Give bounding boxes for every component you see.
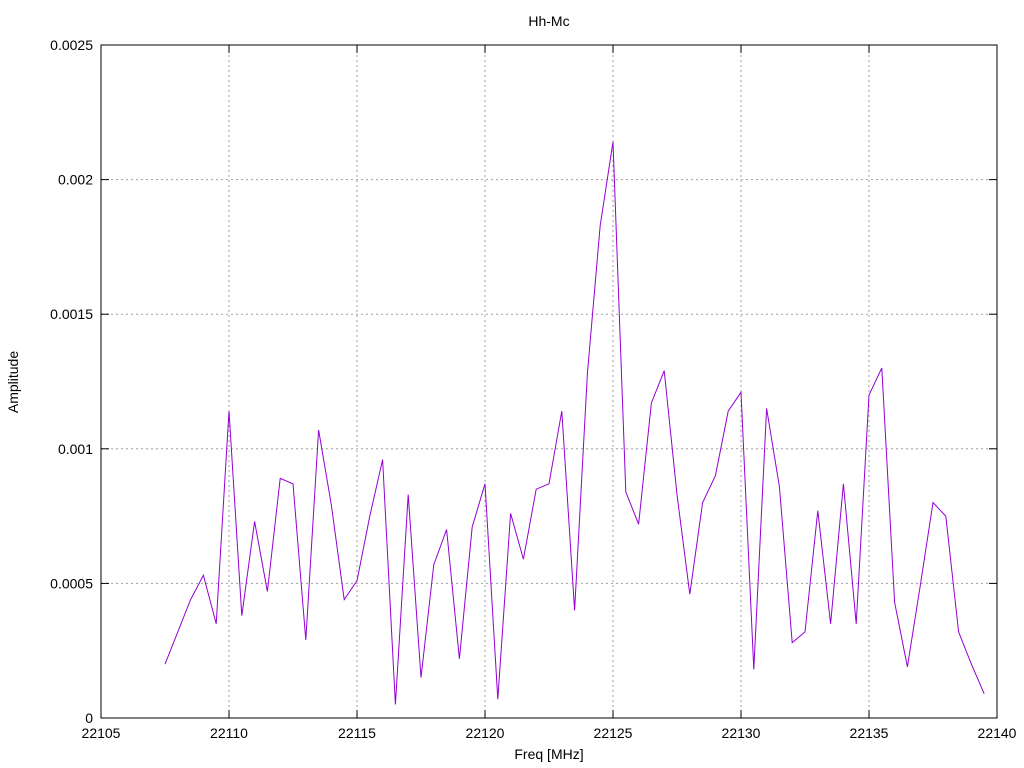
x-tick-label: 22140 [978,725,1017,741]
x-tick-label: 22115 [338,725,376,741]
x-tick-label: 22105 [82,725,121,741]
x-tick-label: 22130 [722,725,761,741]
y-tick-label: 0.0025 [50,37,93,53]
x-tick-label: 22120 [466,725,505,741]
y-tick-labels: 0 0.0005 0.001 0.0015 0.002 0.0025 [50,37,93,726]
series-line [164,141,985,705]
line-chart: 22105 22110 22115 22120 22125 22130 22135 22140… [5,13,1017,762]
x-tick-labels: 22105 22110 22115 22120 22125 22130 22135 22140 [82,725,1017,741]
chart-title: Hh-Mc [528,13,569,29]
y-tick-label: 0.001 [58,441,93,457]
y-tick-label: 0.002 [58,172,93,188]
y-axis-label: Amplitude [5,351,21,413]
x-axis-label: Freq [MHz] [514,746,583,762]
y-tick-label: 0 [85,710,93,726]
tick-marks [100,44,998,719]
data-layer [164,141,985,705]
y-tick-label: 0.0015 [50,306,93,322]
x-tick-label: 22110 [210,725,248,741]
plot-frame [100,44,998,719]
y-tick-label: 0.0005 [50,575,93,591]
x-tick-label: 22125 [594,725,633,741]
grid-lines [101,45,997,718]
x-tick-label: 22135 [850,725,889,741]
